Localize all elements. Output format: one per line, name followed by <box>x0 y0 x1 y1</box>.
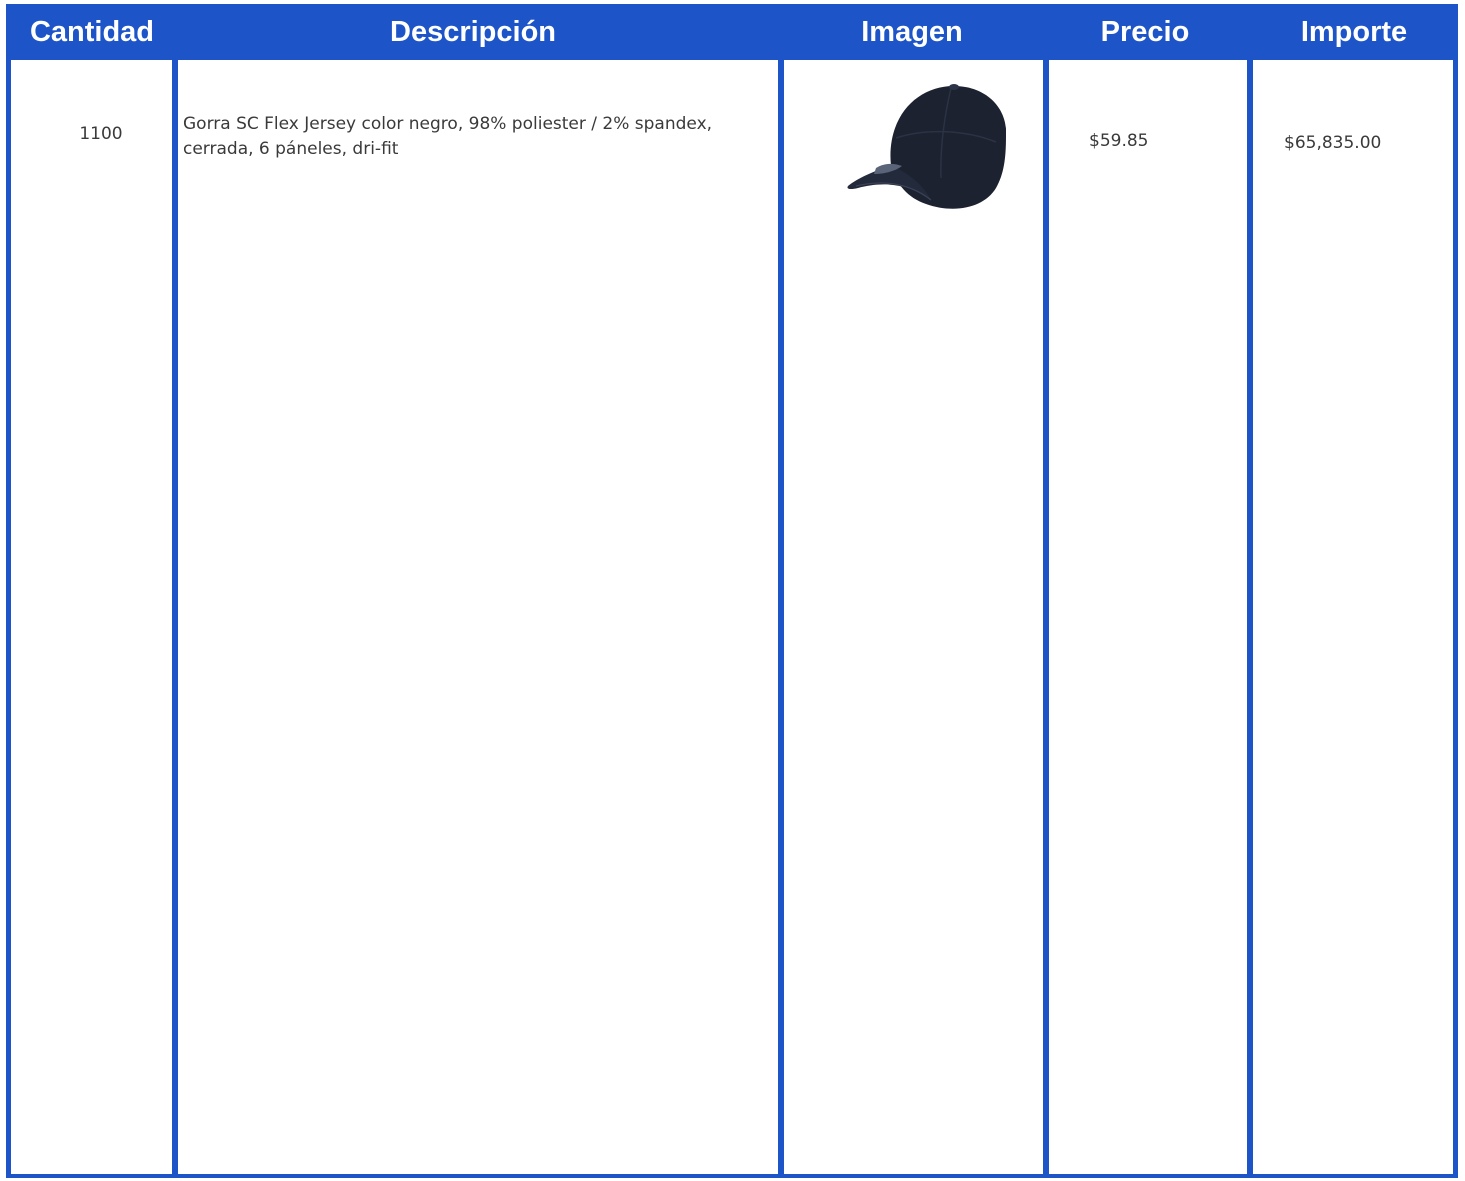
cell-descripcion: Gorra SC Flex Jersey color negro, 98% po… <box>183 114 713 159</box>
header-importe: Importe <box>1300 16 1408 48</box>
header-imagen: Imagen <box>861 16 963 48</box>
column-divider <box>1043 60 1049 1174</box>
table-header: Cantidad Descripción Imagen Precio Impor… <box>11 4 1453 60</box>
column-divider <box>172 60 178 1174</box>
header-cantidad: Cantidad <box>29 16 155 48</box>
cap-image <box>836 78 1007 218</box>
column-divider <box>778 60 784 1174</box>
cap-icon <box>847 84 1007 209</box>
header-descripcion: Descripción <box>390 16 556 48</box>
header-precio: Precio <box>1100 16 1190 48</box>
cell-cantidad: 1100 <box>79 124 123 144</box>
cell-importe: $65,835.00 <box>1284 133 1382 153</box>
column-divider <box>1247 60 1253 1174</box>
quote-table: Cantidad Descripción Imagen Precio Impor… <box>6 4 1458 1178</box>
cell-precio: $59.85 <box>1089 131 1149 151</box>
